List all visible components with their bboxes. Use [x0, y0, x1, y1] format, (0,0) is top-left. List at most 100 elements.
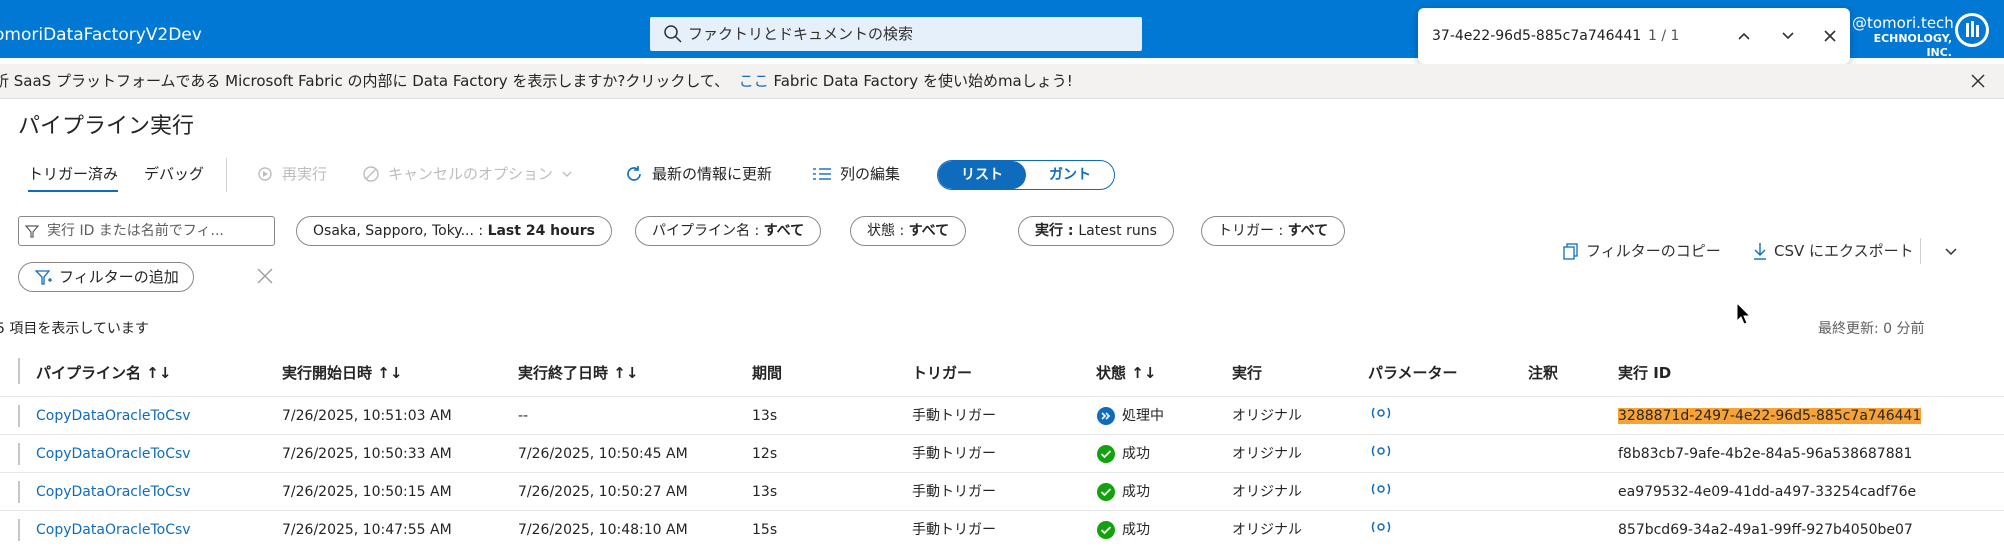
params-button[interactable]	[1370, 473, 1392, 511]
cancel-options-button[interactable]: キャンセルのオプション	[362, 163, 573, 184]
filter-icon	[25, 225, 39, 238]
find-next-button[interactable]	[1774, 22, 1802, 50]
duration: 12s	[752, 446, 778, 462]
refresh-icon	[627, 165, 641, 181]
account-info[interactable]: @tomori.tech ECHNOLOGY, INC.	[1852, 14, 1954, 60]
run-type: オリジナル	[1232, 408, 1302, 424]
view-list-button[interactable]: リスト	[938, 161, 1026, 189]
status-cell[interactable]: 処理中	[1096, 397, 1164, 435]
edit-columns-button[interactable]: 列の編集	[812, 163, 900, 184]
row-left-bar	[18, 519, 20, 541]
chevron-down-icon[interactable]	[1944, 246, 1958, 258]
status-filter-pill[interactable]: 状態 : すべて	[850, 216, 967, 246]
find-highlight: 3288871d-2497-4e22-96d5-885c7a746441	[1618, 408, 1922, 424]
table-row[interactable]: CopyDataOracleToCsv 7/26/2025, 10:50:15 …	[0, 472, 2004, 511]
rerun-icon	[258, 166, 272, 181]
col-pipeline-header[interactable]: パイプライン名 ↑↓	[36, 362, 171, 383]
run-id[interactable]: 3288871d-2497-4e22-96d5-885c7a746441	[1618, 397, 1922, 435]
success-icon	[1097, 445, 1115, 463]
find-prev-button[interactable]	[1730, 22, 1758, 50]
copy-filter-button[interactable]: フィルターのコピー	[1562, 240, 1721, 261]
rerun-button[interactable]: 再実行	[256, 163, 327, 184]
fabric-banner: 析 SaaS プラットフォームである Microsoft Fabric の内部に…	[0, 64, 2004, 99]
params-button[interactable]	[1370, 511, 1392, 549]
params-button[interactable]	[1370, 435, 1392, 473]
run-id[interactable]: ea979532-4e09-41dd-a497-33254cadf76e	[1618, 473, 1916, 511]
copy-icon	[1563, 242, 1578, 260]
find-close-button[interactable]	[1816, 22, 1844, 50]
end-time: 7/26/2025, 10:50:27 AM	[518, 484, 688, 500]
table-row[interactable]: CopyDataOracleToCsv 7/26/2025, 10:47:55 …	[0, 510, 2004, 549]
status-cell[interactable]: 成功	[1096, 435, 1150, 473]
run-type: オリジナル	[1232, 484, 1302, 500]
start-time: 7/26/2025, 10:47:55 AM	[282, 522, 452, 538]
status-cell[interactable]: 成功	[1096, 511, 1150, 549]
run-type: オリジナル	[1232, 522, 1302, 538]
pipeline-filter-pill[interactable]: パイプライン名 : すべて	[635, 216, 822, 246]
banner-text: 析 SaaS プラットフォームである Microsoft Fabric の内部に…	[0, 72, 1073, 90]
table-row[interactable]: CopyDataOracleToCsv 7/26/2025, 10:51:03 …	[0, 396, 2004, 435]
pipeline-link[interactable]: CopyDataOracleToCsv	[36, 511, 191, 549]
refresh-button[interactable]: 最新の情報に更新	[624, 163, 772, 184]
org-logo-icon	[1958, 16, 1986, 44]
sort-icon: ↑↓	[1131, 364, 1157, 382]
tab-debug[interactable]: デバッグ	[144, 163, 204, 184]
col-run-header[interactable]: 実行	[1232, 362, 1262, 383]
row-left-bar	[18, 443, 20, 465]
run-filter-pill[interactable]: 実行 : Latest runs	[1018, 216, 1174, 246]
run-id[interactable]: f8b83cb7-9afe-4b2e-84a5-96a538687881	[1618, 435, 1912, 473]
view-gantt-button[interactable]: ガント	[1026, 161, 1114, 189]
find-count: 1 / 1	[1648, 28, 1680, 44]
end-time: 7/26/2025, 10:48:10 AM	[518, 522, 688, 538]
last-updated: 最終更新: 0 分前	[1818, 321, 1925, 337]
duration: 13s	[752, 408, 778, 424]
trigger: 手動トリガー	[912, 522, 996, 538]
close-icon	[1824, 30, 1836, 42]
columns-icon	[813, 167, 831, 180]
table-row[interactable]: CopyDataOracleToCsv 7/26/2025, 10:50:33 …	[0, 434, 2004, 473]
status-cell[interactable]: 成功	[1096, 473, 1150, 511]
actions-divider	[1920, 238, 1921, 264]
col-status-header[interactable]: 状態 ↑↓	[1096, 362, 1156, 383]
params-button[interactable]	[1370, 397, 1392, 435]
export-csv-button[interactable]: CSV にエクスポート	[1752, 240, 1914, 261]
col-runid-header[interactable]: 実行 ID	[1618, 362, 1671, 383]
search-placeholder: ファクトリとドキュメントの検索	[688, 25, 914, 43]
banner-link[interactable]: ここ	[739, 72, 769, 90]
pipeline-link[interactable]: CopyDataOracleToCsv	[36, 435, 191, 473]
end-time: --	[518, 408, 529, 424]
row-left-bar	[18, 405, 20, 427]
end-time: 7/26/2025, 10:50:45 AM	[518, 446, 688, 462]
global-search[interactable]: ファクトリとドキュメントの検索	[650, 17, 1142, 51]
clear-filters-icon[interactable]	[255, 266, 275, 286]
tab-triggered[interactable]: トリガー済み	[28, 163, 119, 192]
run-id[interactable]: 857bcd69-34a2-49a1-99ff-927b4050be07	[1618, 511, 1913, 549]
parameters-icon	[1371, 483, 1391, 495]
col-start-header[interactable]: 実行開始日時 ↑↓	[282, 362, 402, 383]
mouse-cursor-icon	[1736, 302, 1752, 325]
time-filter-pill[interactable]: Osaka, Sapporo, Toky... : Last 24 hours	[296, 216, 612, 246]
banner-close-icon[interactable]	[1968, 71, 1988, 91]
trigger-filter-pill[interactable]: トリガー : すべて	[1201, 216, 1346, 246]
start-time: 7/26/2025, 10:51:03 AM	[282, 408, 452, 424]
factory-name[interactable]: omoriDataFactoryV2Dev	[0, 0, 202, 58]
find-query[interactable]: 37-4e22-96d5-885c7a746441	[1432, 8, 1641, 64]
runid-filter-input[interactable]: 実行 ID または名前でフィ...	[18, 216, 275, 246]
chevron-down-icon	[1782, 32, 1794, 40]
account-org: ECHNOLOGY, INC.	[1873, 32, 1952, 59]
col-duration-header[interactable]: 期間	[752, 362, 782, 383]
col-annotation-header[interactable]: 注釈	[1528, 362, 1558, 383]
parameters-icon	[1371, 407, 1391, 419]
pipeline-link[interactable]: CopyDataOracleToCsv	[36, 473, 191, 511]
success-icon	[1097, 483, 1115, 501]
add-filter-button[interactable]: フィルターの追加	[18, 262, 194, 292]
in-progress-icon	[1097, 407, 1115, 425]
pipeline-link[interactable]: CopyDataOracleToCsv	[36, 397, 191, 435]
col-trigger-header[interactable]: トリガー	[912, 362, 972, 383]
col-end-header[interactable]: 実行終了日時 ↑↓	[518, 362, 638, 383]
header-left-bar	[18, 358, 20, 384]
avatar[interactable]	[1955, 13, 1989, 47]
start-time: 7/26/2025, 10:50:33 AM	[282, 446, 452, 462]
col-params-header[interactable]: パラメーター	[1368, 362, 1458, 383]
parameters-icon	[1371, 521, 1391, 533]
